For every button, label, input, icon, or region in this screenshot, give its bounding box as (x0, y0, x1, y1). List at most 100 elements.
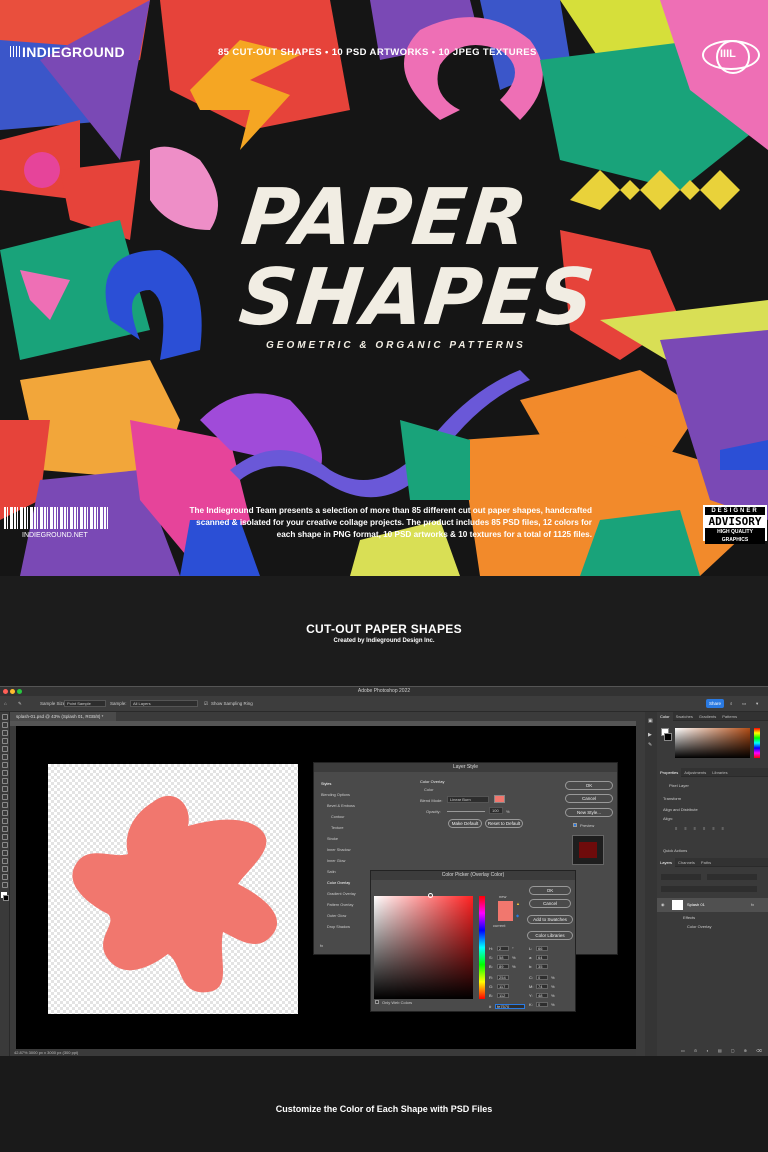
document-canvas[interactable] (48, 764, 298, 1014)
layer-filter-select[interactable] (661, 874, 701, 880)
picker-cursor[interactable] (428, 893, 433, 898)
color-picker-hue-slider[interactable] (479, 896, 485, 999)
layer-fx-icon[interactable]: fx (751, 902, 754, 907)
layer-effect-color-overlay[interactable]: Color Overlay (687, 924, 711, 929)
visibility-eye-icon[interactable]: ◉ (661, 902, 665, 907)
shape-tool-icon[interactable] (1, 858, 8, 864)
style-item[interactable]: Blending Options (321, 793, 350, 797)
background-color-swatch[interactable] (3, 895, 9, 901)
dodge-tool-icon[interactable] (1, 826, 8, 832)
color-libraries-button[interactable]: Color Libraries (527, 931, 573, 940)
frame-tool-icon[interactable] (1, 754, 8, 760)
style-item[interactable]: Contour (331, 815, 345, 819)
marquee-tool-icon[interactable] (1, 722, 8, 728)
brush-tool-icon[interactable] (1, 778, 8, 784)
panel-background-swatch[interactable] (664, 733, 672, 741)
new-style-button[interactable]: New Style... (565, 808, 613, 817)
brush-settings-icon[interactable]: ✎ (645, 740, 657, 750)
overlay-color-swatch[interactable] (494, 795, 505, 803)
style-item[interactable]: Pattern Overlay (327, 903, 353, 907)
magic-wand-tool-icon[interactable] (1, 738, 8, 744)
styles-header[interactable]: Styles (321, 782, 331, 786)
hand-tool-icon[interactable] (1, 866, 8, 872)
show-ring-checkbox[interactable]: ☑ (204, 701, 208, 707)
style-item[interactable]: Stroke (327, 837, 338, 841)
opacity-slider[interactable] (447, 811, 485, 812)
color-picker-ok-button[interactable]: OK (529, 886, 571, 895)
more-tools-icon[interactable] (1, 882, 8, 888)
style-item-active[interactable]: Color Overlay (327, 881, 350, 885)
transform-section[interactable]: Transform (663, 796, 681, 801)
lock-options[interactable] (661, 886, 757, 892)
layers-footer-buttons[interactable]: ▭ ⊙ ◐ ▤ ▢ ⊕ ⌫ (681, 1048, 766, 1053)
play-action-icon[interactable]: ▶ (645, 730, 657, 740)
sample-select[interactable]: All Layers (130, 700, 198, 707)
tab-patterns[interactable]: Patterns (719, 712, 740, 721)
close-window-icon[interactable] (3, 689, 8, 694)
style-item[interactable]: Gradient Overlay (327, 892, 356, 896)
search-icon[interactable]: ⌕ (730, 701, 733, 706)
color-picker-cancel-button[interactable]: Cancel (529, 899, 571, 908)
sample-size-select[interactable]: Point Sample (64, 700, 106, 707)
opacity-value[interactable]: 100 (489, 807, 503, 814)
eyedropper-tool-icon[interactable]: ✎ (18, 701, 22, 707)
tab-channels[interactable]: Channels (675, 858, 698, 867)
fx-menu-icon[interactable]: fx (320, 943, 323, 948)
align-section[interactable]: Align and Distribute (663, 807, 698, 812)
maximize-window-icon[interactable] (17, 689, 22, 694)
gamut-warning-icon[interactable]: ▲ (516, 901, 520, 906)
tab-swatches[interactable]: Swatches (673, 712, 696, 721)
quick-actions-section[interactable]: Quick Actions (663, 848, 687, 853)
preview-checkbox[interactable] (573, 823, 577, 827)
eraser-tool-icon[interactable] (1, 802, 8, 808)
move-tool-icon[interactable] (1, 714, 8, 720)
color-field[interactable] (675, 728, 750, 758)
style-item[interactable]: Inner Shadow (327, 848, 350, 852)
add-to-swatches-button[interactable]: Add to Swatches (527, 915, 573, 924)
arrange-icon[interactable]: ▾ (756, 701, 758, 707)
healing-tool-icon[interactable] (1, 770, 8, 776)
tab-properties[interactable]: Properties (657, 768, 682, 777)
tab-adjustments[interactable]: Adjustments (681, 768, 709, 777)
style-item[interactable]: Inner Glow (327, 859, 345, 863)
document-tab[interactable]: splash-01.psd @ 43% (Splash 01, RGB/8) * (10, 712, 116, 721)
make-default-button[interactable]: Make Default (448, 819, 482, 828)
share-button[interactable]: Share (706, 699, 724, 708)
color-picker-field[interactable] (374, 896, 473, 999)
tab-paths[interactable]: Paths (698, 858, 714, 867)
history-brush-icon[interactable] (1, 794, 8, 800)
workspace-icon[interactable]: ▭ (742, 701, 746, 707)
layer-style-ok-button[interactable]: OK (565, 781, 613, 790)
web-safe-icon[interactable]: ◆ (516, 913, 519, 918)
pen-tool-icon[interactable] (1, 834, 8, 840)
zoom-tool-icon[interactable] (1, 874, 8, 880)
crop-tool-icon[interactable] (1, 746, 8, 752)
reset-default-button[interactable]: Reset to Default (485, 819, 523, 828)
blend-mode-dropdown[interactable]: Linear Burn (447, 796, 489, 803)
tab-layers[interactable]: Layers (657, 858, 676, 867)
hue-slider[interactable] (754, 728, 760, 758)
minimize-window-icon[interactable] (10, 689, 15, 694)
style-item[interactable]: Satin (327, 870, 336, 874)
home-icon[interactable]: ⌂ (4, 701, 7, 706)
type-tool-icon[interactable] (1, 842, 8, 848)
stamp-tool-icon[interactable] (1, 786, 8, 792)
gradient-tool-icon[interactable] (1, 810, 8, 816)
align-buttons[interactable]: ≡≡≡≡≡≡ (675, 826, 731, 831)
blend-mode-select[interactable] (707, 874, 757, 880)
lasso-tool-icon[interactable] (1, 730, 8, 736)
tab-color[interactable]: Color (657, 712, 673, 721)
tab-gradients[interactable]: Gradients (696, 712, 719, 721)
eyedropper-icon[interactable] (1, 762, 8, 768)
path-select-icon[interactable] (1, 850, 8, 856)
history-panel-icon[interactable]: ▣ (645, 712, 657, 730)
tab-libraries[interactable]: Libraries (709, 768, 730, 777)
layer-style-cancel-button[interactable]: Cancel (565, 794, 613, 803)
only-web-colors-checkbox[interactable] (375, 1000, 379, 1004)
style-item[interactable]: Bevel & Emboss (327, 804, 355, 808)
layer-row-splash[interactable]: ◉ Splash 01 fx (657, 898, 768, 912)
blur-tool-icon[interactable] (1, 818, 8, 824)
style-item[interactable]: Drop Shadow (327, 925, 350, 929)
style-item[interactable]: Outer Glow (327, 914, 346, 918)
style-item[interactable]: Texture (331, 826, 343, 830)
